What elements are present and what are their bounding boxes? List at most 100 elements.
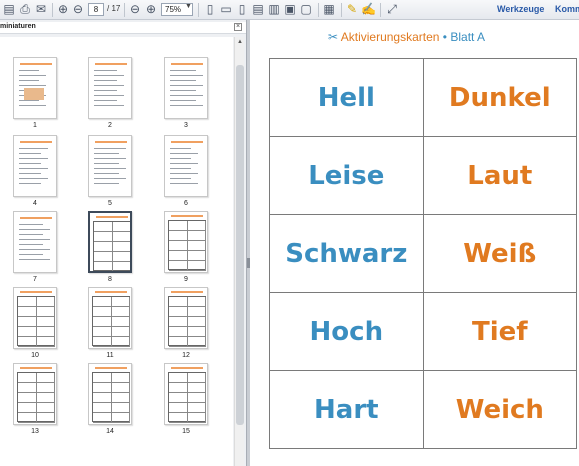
thumbnail-card-grid [168, 372, 206, 423]
thumbnail-page-number: 7 [33, 276, 37, 283]
page-thumbnail[interactable] [88, 57, 132, 119]
thumbnail-card-cell [112, 262, 130, 271]
scrollbar-thumb[interactable] [236, 65, 244, 425]
thumbnail-page-number: 15 [182, 428, 190, 435]
previous-page-icon[interactable]: ⊕ [56, 1, 70, 17]
thumbnail-text-line [170, 158, 191, 159]
card-left: Hoch [269, 292, 424, 371]
page-thumbnail[interactable] [13, 287, 57, 349]
page-total: / 17 [107, 4, 121, 13]
thumbnail-list[interactable]: 1 2 3 4 5 6 7 8 9 10 11 12 13 14 15 [0, 37, 233, 466]
zoom-in-icon[interactable]: ⊕ [144, 1, 158, 17]
page-number-input[interactable]: 8 [88, 3, 104, 16]
thumbnail-text-line [94, 100, 117, 101]
thumbnail-text-line [94, 158, 126, 159]
page-thumbnail[interactable] [164, 57, 208, 119]
comment-link[interactable]: Komm [555, 4, 579, 14]
zoom-out-icon[interactable]: ⊖ [128, 1, 142, 17]
page-thumbnail[interactable] [88, 287, 132, 349]
thumbnail-title-line [95, 367, 127, 369]
thumbnail-card-cell [111, 413, 130, 423]
card-row: Hell Dunkel [269, 58, 578, 137]
expand-icon[interactable]: ⤢ [385, 1, 399, 17]
thumbnail-text-line [19, 100, 39, 101]
thumbnail-text-line [94, 95, 124, 96]
thumbnail-text-line [94, 75, 124, 76]
document-view[interactable]: ✂ Aktivierungskarten • Blatt A Hell Dunk… [250, 20, 579, 466]
thumbnail-title-line [20, 291, 52, 293]
sheet-label: Blatt A [450, 30, 486, 44]
thumbnail-card-cell [169, 373, 188, 383]
full-screen-icon[interactable]: ▢ [299, 1, 313, 17]
thumbnail-card-cell [169, 251, 188, 261]
thumbnail-text-line [19, 244, 43, 245]
page-thumbnail[interactable] [164, 211, 208, 273]
thumbnail-page-number: 3 [184, 122, 188, 129]
thumbnail-card-grid [168, 220, 206, 271]
thumbnail-card-cell [169, 337, 188, 347]
print-icon[interactable]: ⎙ [18, 1, 32, 17]
comment-icon[interactable]: ✎ [345, 1, 359, 17]
thumbnail-card-cell [169, 241, 188, 251]
thumbnail-card-cell [169, 307, 188, 317]
thumbnail-text-line [170, 105, 203, 106]
thumbnail-card-cell [93, 383, 112, 393]
thumbnail-panel-header: miniaturen × [0, 22, 246, 34]
page-thumbnail[interactable] [164, 135, 208, 197]
card-left: Leise [269, 136, 424, 215]
next-page-icon[interactable]: ⊖ [71, 1, 85, 17]
close-icon[interactable]: × [234, 23, 242, 31]
card-right: Dunkel [422, 58, 578, 137]
thumbnail-card-cell [187, 403, 206, 413]
fit-width-icon[interactable]: ▭ [219, 1, 233, 17]
thumbnail-card-cell [18, 403, 37, 413]
highlight-icon[interactable]: ✍ [361, 1, 376, 17]
chevron-down-icon[interactable]: ▼ [185, 3, 192, 10]
thumbnail-page-number: 1 [33, 122, 37, 129]
thumbnail-card-cell [111, 373, 130, 383]
file-icon[interactable]: ▤ [2, 1, 16, 17]
snapshot-icon[interactable]: ▦ [322, 1, 336, 17]
scissors-icon: ✂ [328, 30, 339, 44]
scroll-up-icon[interactable]: ▲ [236, 39, 244, 49]
thumbnail-text-line [19, 148, 48, 149]
thumbnail-card-grid [168, 296, 206, 347]
page-thumbnail[interactable] [164, 363, 208, 425]
thumbnail-card-cell [18, 307, 37, 317]
thumbnail-text-line [94, 90, 117, 91]
read-mode-icon[interactable]: ▣ [283, 1, 297, 17]
fit-page-icon[interactable]: ▯ [203, 1, 217, 17]
thumbnail-text-line [19, 259, 50, 260]
page-thumbnail[interactable] [13, 363, 57, 425]
page-thumbnail[interactable] [13, 57, 57, 119]
page-thumbnail[interactable] [88, 211, 132, 273]
thumbnail-page-number: 13 [31, 428, 39, 435]
thumbnail-title-line [95, 141, 127, 143]
thumbnail-card-cell [18, 373, 37, 383]
thumbnail-title-line [96, 216, 128, 218]
page-thumbnail[interactable] [164, 287, 208, 349]
thumbnail-card-cell [111, 317, 130, 327]
thumbnail-card-cell [169, 297, 188, 307]
page-thumbnail[interactable] [13, 135, 57, 197]
two-page-icon[interactable]: ▥ [267, 1, 281, 17]
thumbnail-text-line [94, 173, 119, 174]
page-thumbnail[interactable] [88, 363, 132, 425]
thumbnail-title-line [171, 291, 203, 293]
thumbnail-card-cell [187, 251, 206, 261]
thumbnail-text-line [19, 239, 50, 240]
thumbnail-scrollbar[interactable]: ▲ [234, 37, 244, 466]
single-page-icon[interactable]: ▯ [235, 1, 249, 17]
card-left: Schwarz [269, 214, 424, 293]
page-thumbnail[interactable] [88, 135, 132, 197]
thumbnail-page-number: 2 [108, 122, 112, 129]
card-left: Hell [269, 58, 424, 137]
continuous-icon[interactable]: ▤ [251, 1, 265, 17]
thumbnail-card-cell [169, 393, 188, 403]
thumbnail-card-cell [169, 383, 188, 393]
tools-link[interactable]: Werkzeuge [497, 4, 544, 14]
mail-icon[interactable]: ✉ [34, 1, 48, 17]
thumbnail-card-cell [187, 413, 206, 423]
page-thumbnail[interactable] [13, 211, 57, 273]
thumbnail-page-number: 4 [33, 200, 37, 207]
